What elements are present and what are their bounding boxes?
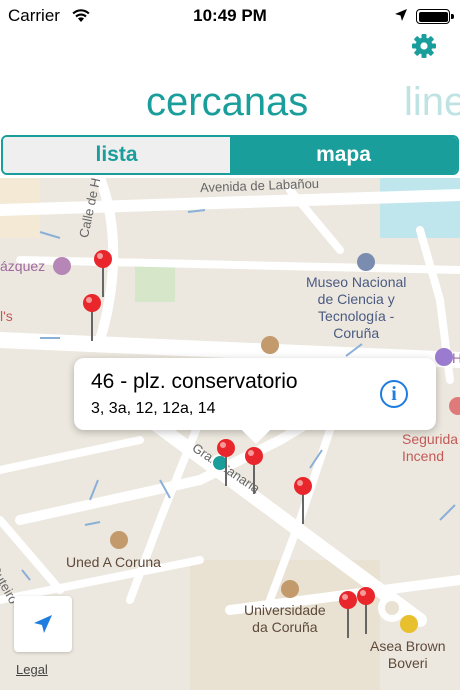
status-time: 10:49 PM: [193, 6, 267, 25]
poi-uned: Uned A Coruna: [66, 554, 161, 570]
stop-pin[interactable]: [244, 446, 264, 496]
battery-icon: [416, 9, 454, 24]
view-segmented-control: lista mapa: [1, 135, 459, 175]
segment-mapa[interactable]: mapa: [230, 137, 457, 173]
tab-lineas[interactable]: line: [404, 80, 460, 125]
info-icon[interactable]: i: [380, 380, 408, 408]
callout-title: 46 - plz. conservatorio: [91, 370, 298, 393]
stop-pin[interactable]: [293, 476, 313, 526]
gear-icon[interactable]: [410, 32, 438, 60]
location-arrow-icon: [34, 615, 52, 633]
legal-link[interactable]: Legal: [16, 662, 48, 677]
poi-museo-ciencia: Museo Nacional de Ciencia y Tecnología -…: [306, 274, 407, 341]
locate-me-button[interactable]: [14, 596, 72, 652]
stop-pin[interactable]: [338, 590, 358, 640]
tab-cercanas[interactable]: cercanas: [146, 80, 308, 125]
location-arrow-icon: [395, 9, 407, 21]
poi-vazquez: ázquez: [0, 258, 46, 274]
status-bar: Carrier 10:49 PM: [0, 0, 460, 40]
poi-h: H: [452, 350, 460, 366]
stop-pin[interactable]: [356, 586, 376, 636]
stop-pin[interactable]: [93, 249, 113, 299]
stop-pin[interactable]: [82, 293, 102, 343]
stop-pin[interactable]: [216, 438, 236, 488]
stop-callout[interactable]: 46 - plz. conservatorio 3, 3a, 12, 12a, …: [74, 358, 436, 445]
poi-ls: l's: [0, 308, 13, 324]
poi-asea-brown-boveri: Asea Brown Boveri: [370, 638, 446, 671]
poi-universidade: Universidade da Coruña: [244, 602, 326, 635]
callout-lines: 3, 3a, 12, 12a, 14: [91, 400, 216, 417]
page-tabs: cercanas line: [0, 80, 460, 130]
segment-lista[interactable]: lista: [3, 137, 230, 173]
